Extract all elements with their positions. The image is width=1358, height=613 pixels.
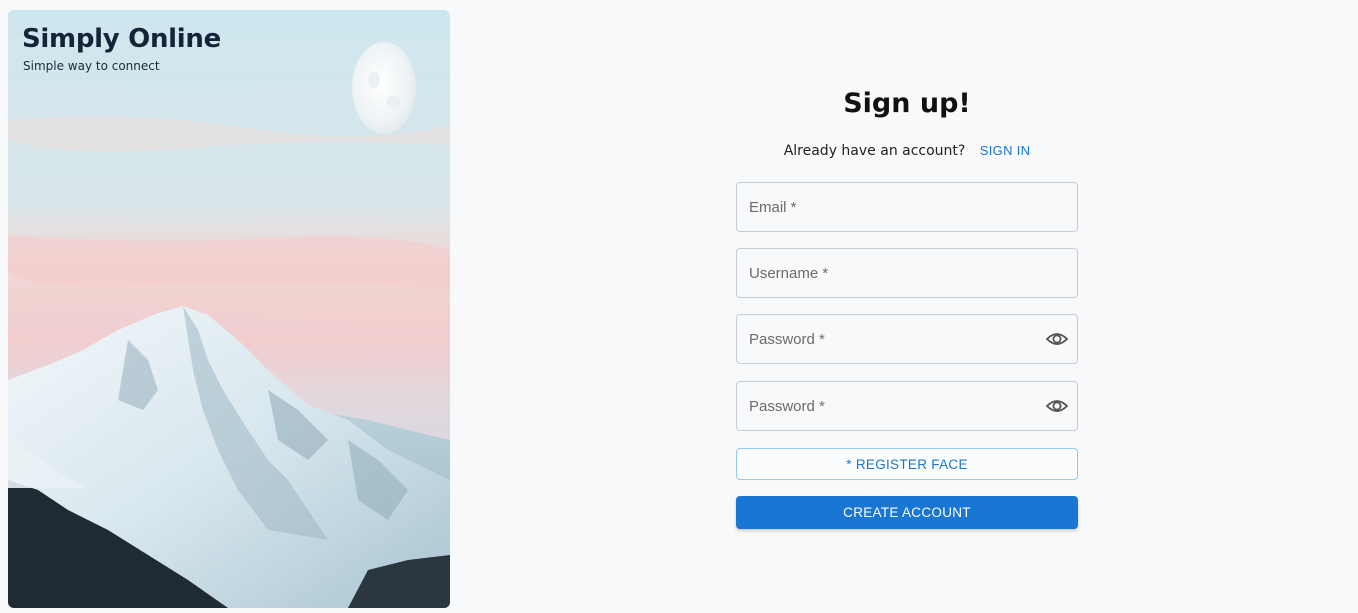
- email-input[interactable]: [737, 183, 1077, 231]
- brand-title: Simply Online: [22, 24, 221, 54]
- password-confirm-input[interactable]: [737, 382, 1077, 430]
- signin-row: Already have an account? SIGN IN: [736, 143, 1078, 159]
- signin-link[interactable]: SIGN IN: [980, 143, 1031, 158]
- signin-prompt: Already have an account?: [783, 143, 966, 159]
- register-face-button[interactable]: * REGISTER FACE: [736, 448, 1078, 480]
- username-field: [736, 248, 1078, 298]
- username-input[interactable]: [737, 249, 1077, 297]
- page-heading: Sign up!: [843, 88, 971, 119]
- create-account-button[interactable]: CREATE ACCOUNT: [736, 496, 1078, 529]
- password-input[interactable]: [737, 315, 1077, 363]
- signup-page: Simply Online Simple way to connect Sign…: [0, 0, 1358, 613]
- eye-icon[interactable]: [1045, 328, 1069, 350]
- email-field: [736, 182, 1078, 232]
- mountain-landscape-image: [8, 10, 450, 608]
- password-confirm-field: [736, 381, 1078, 431]
- brand-tagline: Simple way to connect: [23, 59, 160, 73]
- hero-panel: Simply Online Simple way to connect: [8, 10, 450, 608]
- eye-icon[interactable]: [1045, 395, 1069, 417]
- password-field: [736, 314, 1078, 364]
